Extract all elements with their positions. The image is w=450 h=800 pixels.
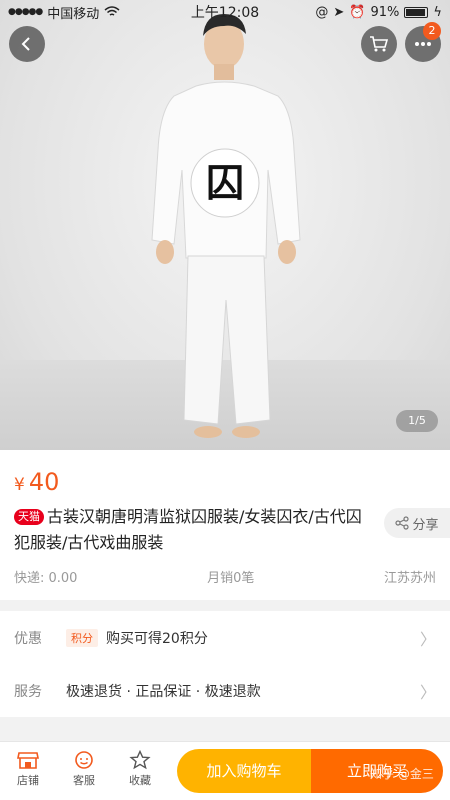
back-button[interactable]: [9, 26, 45, 62]
wifi-icon: [104, 6, 120, 16]
product-image[interactable]: 囚 2 1/5: [0, 0, 450, 450]
tmall-badge: 天猫: [14, 509, 44, 525]
support-button[interactable]: 客服: [62, 750, 106, 788]
monthly-sales: 月销0笔: [207, 571, 255, 586]
status-bar: ●●●●● 中国移动 上午12:08 @ ➤ ⏰ 91% ϟ: [0, 0, 450, 24]
product-title: 天猫 古装汉朝唐明清监狱囚服装/女装囚衣/古代囚犯服装/古代戏曲服装: [14, 504, 374, 556]
promo-label: 优惠: [14, 630, 42, 647]
ship-location: 江苏苏州: [383, 571, 436, 586]
chevron-right-icon: 〉: [419, 629, 436, 649]
carrier-name: 中国移动: [47, 6, 100, 22]
watermark: 知乎 @金三: [370, 767, 434, 781]
alarm-icon: ⏰: [349, 4, 366, 20]
service-text: 极速退货 · 正品保证 · 极速退款: [66, 683, 261, 700]
share-label: 分享: [412, 517, 439, 533]
share-icon: [395, 516, 410, 530]
promo-row[interactable]: 优惠 积分 购买可得20积分 〉: [0, 611, 450, 664]
chevron-right-icon: 〉: [419, 682, 436, 702]
product-info: ¥40 天猫 古装汉朝唐明清监狱囚服装/女装囚衣/古代囚犯服装/古代戏曲服装 分享…: [0, 450, 450, 600]
store-button[interactable]: 店铺: [6, 750, 50, 788]
favorite-button[interactable]: 收藏: [118, 750, 162, 788]
store-icon: [17, 752, 39, 769]
service-label: 服务: [14, 683, 42, 700]
location-icon: ➤: [333, 4, 345, 20]
promo-text: 购买可得20积分: [106, 630, 208, 647]
share-button[interactable]: 分享: [384, 508, 450, 538]
model-figure: [151, 14, 301, 438]
lock-rotation-icon: @: [315, 4, 329, 20]
price: ¥40: [14, 468, 59, 496]
support-label: 客服: [73, 774, 95, 787]
shipping-fee: 快递: 0.00: [14, 571, 78, 586]
service-row[interactable]: 服务 极速退货 · 正品保证 · 极速退款 〉: [0, 664, 450, 717]
cart-icon: [370, 36, 389, 52]
more-icon: [415, 42, 431, 46]
add-to-cart-button[interactable]: 加入购物车: [177, 749, 311, 793]
service-panel: 优惠 积分 购买可得20积分 〉 服务 极速退货 · 正品保证 · 极速退款 〉: [0, 611, 450, 717]
store-label: 店铺: [17, 774, 39, 787]
favorite-label: 收藏: [129, 774, 151, 787]
battery-percent: 91%: [370, 4, 400, 20]
notification-badge: 2: [423, 22, 441, 40]
support-icon: [75, 751, 93, 769]
charging-icon: ϟ: [433, 4, 442, 20]
product-meta: 快递: 0.00 月销0笔 江苏苏州: [14, 567, 436, 586]
signal-icon: ●●●●●: [8, 7, 43, 17]
patch-character: 囚: [205, 160, 244, 205]
points-tag: 积分: [66, 628, 98, 647]
star-icon: [129, 750, 151, 770]
battery-icon: [404, 6, 429, 18]
price-value: 40: [28, 468, 60, 496]
chevron-left-icon: [21, 37, 30, 51]
cart-button[interactable]: [361, 26, 397, 62]
price-currency: ¥: [14, 475, 25, 495]
product-title-text: 古装汉朝唐明清监狱囚服装/女装囚衣/古代囚犯服装/古代戏曲服装: [14, 507, 362, 552]
image-counter: 1/5: [396, 410, 438, 432]
